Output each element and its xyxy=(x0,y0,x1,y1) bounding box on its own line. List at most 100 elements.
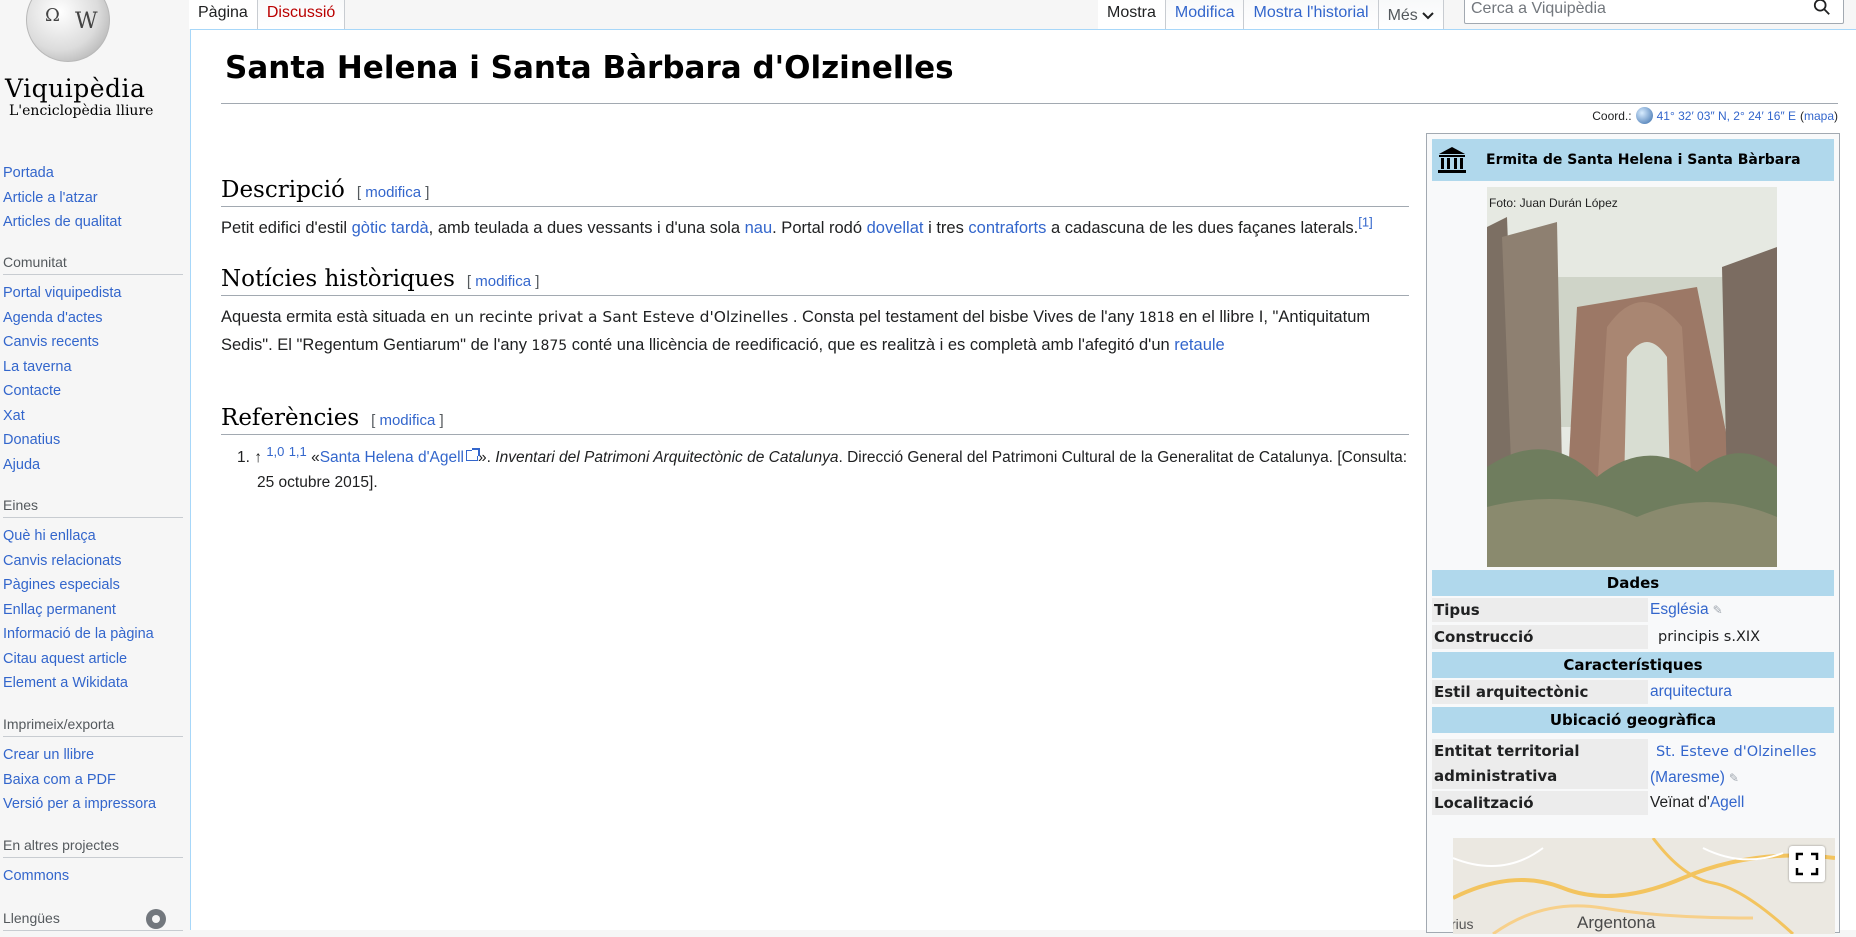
section-heading-descripcio: Descripció [ modifica ] xyxy=(221,177,1409,207)
edit-section: [ modifica ] xyxy=(356,184,430,201)
edit-section: [ modifica ] xyxy=(466,273,540,290)
search-input[interactable] xyxy=(1471,0,1801,20)
sidebar-item-special-pages[interactable]: Pàgines especials xyxy=(3,577,120,593)
sidebar-item-portal[interactable]: Portal viquipedista xyxy=(3,285,122,301)
edit-section-link[interactable]: modifica xyxy=(475,273,531,290)
sidebar-item-events[interactable]: Agenda d'actes xyxy=(3,310,103,326)
infobox-section-caracteristiques: Característiques xyxy=(1432,652,1834,678)
article-body: Descripció [ modifica ] Petit edifici d'… xyxy=(221,170,1409,495)
tab-history[interactable]: Mostra l'historial xyxy=(1244,0,1379,29)
sidebar-item-village-pump[interactable]: La taverna xyxy=(3,359,72,375)
sidebar-item-commons[interactable]: Commons xyxy=(3,868,69,884)
map-link-wrapper: (mapa) xyxy=(1799,108,1838,123)
monument-icon xyxy=(1434,142,1470,178)
section-title: Descripció xyxy=(221,177,345,203)
sidebar-item-donate[interactable]: Donatius xyxy=(3,432,60,448)
footnote-ref[interactable]: [1] xyxy=(1358,215,1372,230)
coordinates-label: Coord.: xyxy=(1592,108,1632,123)
sidebar-item-permanent-link[interactable]: Enllaç permanent xyxy=(3,602,116,618)
reference-external-link[interactable]: Santa Helena d'Agell xyxy=(320,449,464,466)
backref-link[interactable]: 1,1 xyxy=(289,444,307,459)
infobox-title: Ermita de Santa Helena i Santa Bàrbara xyxy=(1486,152,1801,168)
portal-heading: Imprimeix/exporta xyxy=(3,716,183,737)
sidebar-item-wikidata[interactable]: Element a Wikidata xyxy=(3,675,128,691)
sidebar: Ω W Viquipèdia L'enciclopèdia lliure Por… xyxy=(0,0,188,931)
sidebar-item-contact[interactable]: Contacte xyxy=(3,383,61,399)
link-maresme[interactable]: (Maresme) xyxy=(1650,769,1725,786)
reference-list: 1. ↑ 1,0 1,1 «Santa Helena d'Agell». Inv… xyxy=(221,445,1409,495)
logo-wordmark: Viquipèdia xyxy=(5,74,146,103)
link-esglesia[interactable]: Església xyxy=(1650,601,1709,618)
portal-heading: Comunitat xyxy=(3,254,183,275)
section-title: Referències xyxy=(221,405,360,431)
infobox-value: Església ✎ xyxy=(1648,598,1834,622)
fullscreen-icon[interactable] xyxy=(1789,846,1825,882)
sidebar-item-featured-articles[interactable]: Articles de qualitat xyxy=(3,214,121,230)
sidebar-item-create-book[interactable]: Crear un llibre xyxy=(3,747,94,763)
portal-heading: Eines xyxy=(3,497,183,518)
title-divider xyxy=(221,103,1838,104)
print-portal: Imprimeix/exporta Crear un llibre Baixa … xyxy=(3,716,183,817)
infobox: Ermita de Santa Helena i Santa Bàrbara F… xyxy=(1426,133,1840,934)
edit-pencil-icon[interactable]: ✎ xyxy=(1729,771,1739,785)
infobox-photo[interactable]: Foto: Juan Durán López xyxy=(1487,187,1777,567)
link-dovellat[interactable]: dovellat xyxy=(867,219,924,237)
edit-section-link[interactable]: modifica xyxy=(365,184,421,201)
sidebar-item-printable[interactable]: Versió per a impressora xyxy=(3,796,156,812)
reference-item: 1. ↑ 1,0 1,1 «Santa Helena d'Agell». Inv… xyxy=(237,443,1408,491)
language-settings-gear-icon[interactable] xyxy=(146,909,166,929)
navigation-portal: Portada Article a l'atzar Articles de qu… xyxy=(3,161,183,235)
sidebar-item-what-links-here[interactable]: Què hi enllaça xyxy=(3,528,96,544)
edit-section-link[interactable]: modifica xyxy=(379,412,435,429)
logo-tagline: L'enciclopèdia lliure xyxy=(9,103,154,119)
sidebar-item-random-article[interactable]: Article a l'atzar xyxy=(3,190,98,206)
chevron-down-icon xyxy=(1422,11,1434,19)
more-menu[interactable]: Més xyxy=(1378,0,1444,29)
infobox-value: Veïnat d'Agell xyxy=(1650,794,1745,811)
backref-link[interactable]: 1,0 xyxy=(266,444,284,459)
link-nau[interactable]: nau xyxy=(745,219,773,237)
link-gotic-tarda[interactable]: gòtic tardà xyxy=(352,219,429,237)
link-st-esteve[interactable]: St. Esteve d'Olzinelles xyxy=(1650,744,1816,760)
sidebar-item-cite[interactable]: Citau aquest article xyxy=(3,651,127,667)
link-contraforts[interactable]: contraforts xyxy=(968,219,1046,237)
sidebar-item-chat[interactable]: Xat xyxy=(3,408,25,424)
edit-pencil-icon[interactable]: ✎ xyxy=(1713,603,1723,617)
coordinates-link[interactable]: 41° 32′ 03″ N, 2° 24′ 16″ E xyxy=(1657,109,1796,123)
link-agell[interactable]: Agell xyxy=(1710,794,1744,811)
community-portal: Comunitat Portal viquipedista Agenda d'a… xyxy=(3,254,183,477)
infobox-row-entitat: Entitat territorial administrativa St. E… xyxy=(1432,739,1834,789)
wikipedia-globe-icon: Ω W xyxy=(26,0,110,62)
globe-icon[interactable] xyxy=(1635,107,1653,124)
tab-page[interactable]: Pàgina xyxy=(189,0,258,29)
infobox-row-localitzacio: Localització Veïnat d'Agell xyxy=(1432,791,1834,815)
sidebar-item-help[interactable]: Ajuda xyxy=(3,457,40,473)
sidebar-item-download-pdf[interactable]: Baixa com a PDF xyxy=(3,772,116,788)
sidebar-item-recent-changes[interactable]: Canvis recents xyxy=(3,334,99,350)
infobox-row-construccio: Construcció principis s.XIX xyxy=(1432,625,1834,649)
photo-caption: Foto: Juan Durán López xyxy=(1489,196,1618,210)
sidebar-item-page-info[interactable]: Informació de la pàgina xyxy=(3,626,154,642)
view-tabs: Mostra Modifica Mostra l'historial Més xyxy=(1098,0,1444,29)
tools-portal: Eines Què hi enllaça Canvis relacionats … xyxy=(3,497,183,696)
infobox-key: Estil arquitectònic xyxy=(1432,680,1648,704)
infobox-map[interactable]: rius Argentona xyxy=(1453,838,1835,934)
sidebar-item-related-changes[interactable]: Canvis relacionats xyxy=(3,553,121,569)
map-link[interactable]: mapa xyxy=(1804,109,1834,123)
sidebar-item-portada[interactable]: Portada xyxy=(3,165,54,181)
link-retaule[interactable]: retaule xyxy=(1174,336,1224,354)
search-box xyxy=(1464,0,1844,24)
infobox-title-bar: Ermita de Santa Helena i Santa Bàrbara xyxy=(1432,139,1834,181)
search-icon[interactable] xyxy=(1813,0,1831,16)
infobox-row-tipus: Tipus Església ✎ xyxy=(1432,598,1834,622)
paragraph-descripcio: Petit edifici d'estil gòtic tardà, amb t… xyxy=(221,214,1373,238)
infobox-value: principis s.XIX xyxy=(1658,629,1761,645)
infobox-section-ubicacio: Ubicació geogràfica xyxy=(1432,707,1834,733)
tab-discussion[interactable]: Discussió xyxy=(257,0,346,29)
site-logo[interactable]: Ω W Viquipèdia L'enciclopèdia lliure xyxy=(0,0,188,140)
coordinates: Coord.: 41° 32′ 03″ N, 2° 24′ 16″ E (map… xyxy=(1592,107,1838,124)
link-arquitectura[interactable]: arquitectura xyxy=(1650,683,1732,700)
infobox-value: St. Esteve d'Olzinelles (Maresme) ✎ xyxy=(1648,739,1834,789)
tab-read[interactable]: Mostra xyxy=(1098,0,1166,29)
tab-edit[interactable]: Modifica xyxy=(1165,0,1245,29)
